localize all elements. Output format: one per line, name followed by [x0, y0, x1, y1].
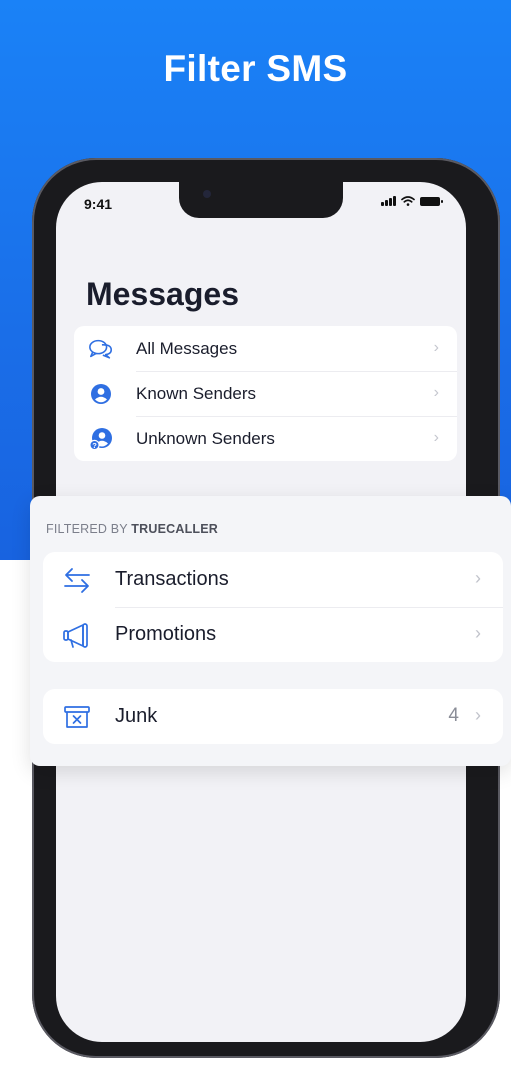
chevron-right-icon: ›: [475, 705, 481, 725]
status-time: 9:41: [84, 196, 113, 212]
list-item-transactions[interactable]: Transactions ›: [43, 552, 503, 607]
chat-bubbles-icon: [88, 336, 114, 362]
list-item-junk[interactable]: Junk 4 ›: [43, 689, 503, 744]
megaphone-icon: [61, 619, 93, 651]
filtered-group: Transactions › Promotions ›: [43, 552, 503, 662]
page-title: Messages: [86, 276, 239, 312]
chevron-right-icon: ›: [433, 339, 439, 356]
chevron-right-icon: ›: [475, 623, 481, 643]
status-icons: [381, 196, 443, 206]
list-item-all-messages[interactable]: All Messages ›: [74, 326, 457, 371]
svg-text:?: ?: [92, 441, 97, 450]
list-item-promotions[interactable]: Promotions ›: [43, 607, 503, 662]
list-item-label: Junk: [115, 705, 158, 727]
chevron-right-icon: ›: [433, 384, 439, 401]
list-item-known-senders[interactable]: Known Senders ›: [74, 371, 457, 416]
unknown-person-icon: ?: [88, 426, 114, 452]
headline: Filter SMS: [163, 48, 348, 89]
list-item-label: Unknown Senders: [136, 428, 275, 448]
person-circle-icon: [88, 381, 114, 407]
junk-box-icon: [61, 701, 93, 733]
filtered-card: FILTERED BY TRUECALLER Transactions › Pr…: [30, 496, 511, 766]
list-item-unknown-senders[interactable]: ? Unknown Senders ›: [74, 416, 457, 461]
chevron-right-icon: ›: [433, 429, 439, 446]
section-label: FILTERED BY TRUECALLER: [46, 522, 219, 536]
signal-icon: [381, 196, 396, 206]
list-item-label: Transactions: [115, 568, 229, 590]
list-item-label: Promotions: [115, 623, 217, 645]
list-item-label: Known Senders: [136, 383, 257, 403]
messages-list: All Messages › Known Senders › ? Unknown…: [74, 326, 457, 461]
battery-icon: [420, 196, 443, 206]
arrows-exchange-icon: [61, 564, 93, 596]
list-item-label: All Messages: [136, 338, 238, 358]
junk-group: Junk 4 ›: [43, 689, 503, 744]
brand-label: TRUECALLER: [131, 522, 219, 536]
camera-icon: [203, 190, 211, 198]
chevron-right-icon: ›: [475, 568, 481, 588]
junk-count-badge: 4: [448, 705, 459, 726]
wifi-icon: [401, 196, 415, 206]
notch: [179, 182, 343, 218]
